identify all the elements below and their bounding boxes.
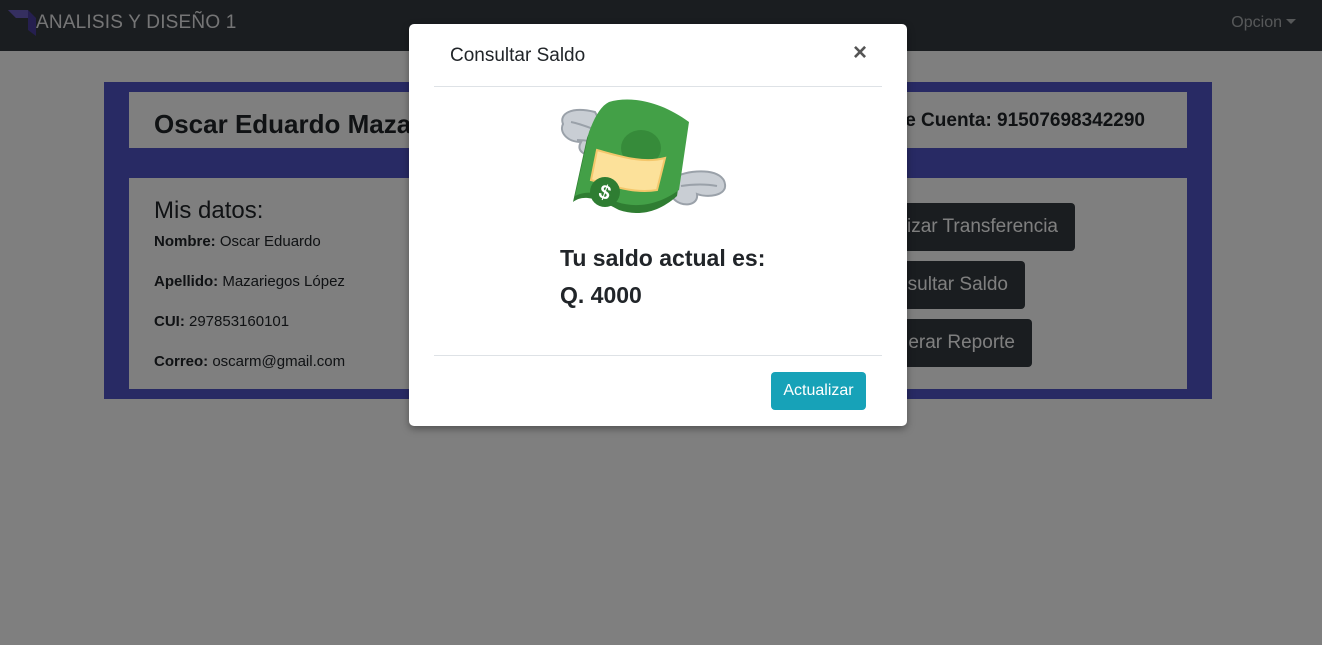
close-icon[interactable]: × (853, 41, 867, 65)
balance-value: Q. 4000 (560, 282, 642, 308)
money-with-wings-icon: $ (561, 99, 727, 214)
divider (434, 86, 882, 87)
balance-label: Tu saldo actual es: (560, 245, 766, 271)
update-button[interactable]: Actualizar (771, 372, 866, 410)
divider (434, 355, 882, 356)
balance-modal: Consultar Saldo × $ Tu saldo actual es: … (409, 24, 907, 426)
modal-title: Consultar Saldo (450, 45, 586, 66)
